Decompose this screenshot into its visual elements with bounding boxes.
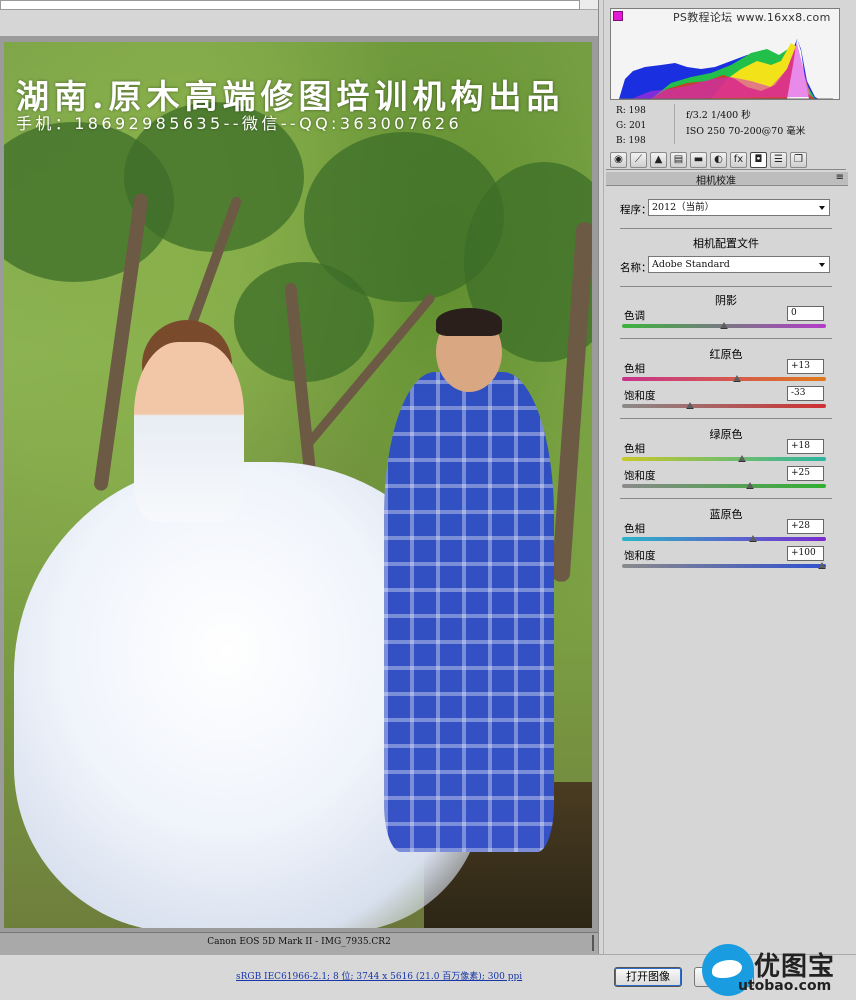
green-hue-thumb[interactable] [738,455,747,462]
photo-preview[interactable]: 湖南.原木高端修图培训机构出品 手机：18692985635--微信--QQ:3… [4,42,592,928]
fx-icon[interactable]: fx [730,152,747,168]
red-hue-label: 色相 [624,363,645,375]
site-logo: 优图宝 utobao.com [698,942,856,1000]
shadow-clipping-toggle[interactable] [613,11,623,21]
panel-menu-icon[interactable]: ≡ [836,172,844,183]
resize-handle[interactable] [592,935,594,951]
divider [620,498,832,499]
camera-filename: Canon EOS 5D Mark II - IMG_7935.CR2 [207,937,391,947]
divider [620,228,832,229]
red-saturation-slider[interactable] [622,404,826,408]
divider [620,286,832,287]
image-readout: R: 198 G: 201 B: 198 f/3.2 1/400 秒 ISO 2… [610,104,840,148]
blue-saturation-input[interactable]: +100 [787,546,824,561]
blue-hue-slider[interactable] [622,537,826,541]
groom-hair [436,308,502,336]
blue-hue-label: 色相 [624,523,645,535]
process-value: 2012（当前） [652,202,715,213]
blue-saturation-label: 饱和度 [624,550,656,562]
chevron-down-icon [819,206,825,210]
process-select[interactable]: 2012（当前） [648,199,830,216]
profile-select[interactable]: Adobe Standard [648,256,830,273]
section-title: 相机校准 [696,176,736,187]
logo-domain: utobao.com [738,978,832,994]
groom-suit [384,372,554,852]
shadow-tint-thumb[interactable] [720,322,728,329]
lens-icon[interactable]: ◐ [710,152,727,168]
aperture-icon[interactable]: ◉ [610,152,627,168]
panel-tabs: ◉ ⟋ ▲ ▤ ▬ ◐ fx ◘ ☰ ❐ [606,150,846,170]
process-label: 程序： [620,204,652,216]
exif-readout: f/3.2 1/400 秒 ISO 250 70-200@70 毫米 [686,108,805,140]
red-hue-slider[interactable] [622,377,826,381]
shadow-heading: 阴影 [715,294,737,307]
shadow-tint-input[interactable]: 0 [787,306,824,321]
green-hue-label: 色相 [624,443,645,455]
chevron-down-icon [819,263,825,267]
histogram: PS教程论坛 www.16xx8.com [610,8,840,100]
histogram-site-label: PS教程论坛 www.16xx8.com [673,11,831,24]
green-primary-heading: 绿原色 [709,428,743,441]
triangle-icon[interactable]: ▲ [650,152,667,168]
bride [134,342,244,522]
red-saturation-thumb[interactable] [686,402,695,409]
green-saturation-slider[interactable] [622,484,826,488]
shadow-tint-label: 色调 [624,310,645,322]
green-saturation-label: 饱和度 [624,470,656,482]
profile-value: Adobe Standard [652,259,730,270]
divider [620,338,832,339]
curve-icon[interactable]: ⟋ [630,152,647,168]
profile-name-label: 名称： [620,262,652,274]
blue-readout: B: 198 [616,136,646,146]
open-image-button[interactable]: 打开图像 [614,967,682,987]
rgb-readout: R: 198 G: 201 B: 198 [616,104,646,149]
blue-hue-input[interactable]: +28 [787,519,824,534]
section-header: 相机校准 ≡ [606,172,848,187]
green-saturation-thumb[interactable] [745,482,754,489]
iso-lens: ISO 250 70-200@70 毫米 [686,126,806,137]
aperture-shutter: f/3.2 1/400 秒 [686,110,751,121]
toolbar-field [0,0,580,10]
blue-saturation-slider[interactable] [622,564,826,568]
red-hue-thumb[interactable] [733,375,742,382]
panel-divider [603,0,604,954]
green-readout: G: 201 [616,121,647,131]
red-saturation-input[interactable]: -33 [787,386,824,401]
red-saturation-label: 饱和度 [624,390,656,402]
readout-divider [674,104,675,144]
red-primary-heading: 红原色 [709,348,743,361]
green-saturation-input[interactable]: +25 [787,466,824,481]
profile-heading: 相机配置文件 [693,237,759,250]
split-tone-icon[interactable]: ▬ [690,152,707,168]
green-hue-input[interactable]: +18 [787,439,824,454]
blue-saturation-thumb[interactable] [818,562,826,569]
top-toolbar [0,0,600,10]
blue-hue-thumb[interactable] [748,535,757,542]
image-status-bar: Canon EOS 5D Mark II - IMG_7935.CR2 [0,932,598,954]
preview-area: 湖南.原木高端修图培训机构出品 手机：18692985635--微信--QQ:3… [0,36,598,932]
red-hue-input[interactable]: +13 [787,359,824,374]
blue-primary-heading: 蓝原色 [709,508,743,521]
snapshot-icon[interactable]: ❐ [790,152,807,168]
divider [620,418,832,419]
hsl-icon[interactable]: ▤ [670,152,687,168]
camera-icon[interactable]: ◘ [750,152,767,168]
workflow-options-link[interactable]: sRGB IEC61966-2.1; 8 位; 3744 x 5616 (21.… [236,969,522,982]
red-readout: R: 198 [616,106,646,116]
green-hue-slider[interactable] [622,457,826,461]
watermark-contact: 手机：18692985635--微信--QQ:363007626 [16,114,463,133]
sliders-icon[interactable]: ☰ [770,152,787,168]
